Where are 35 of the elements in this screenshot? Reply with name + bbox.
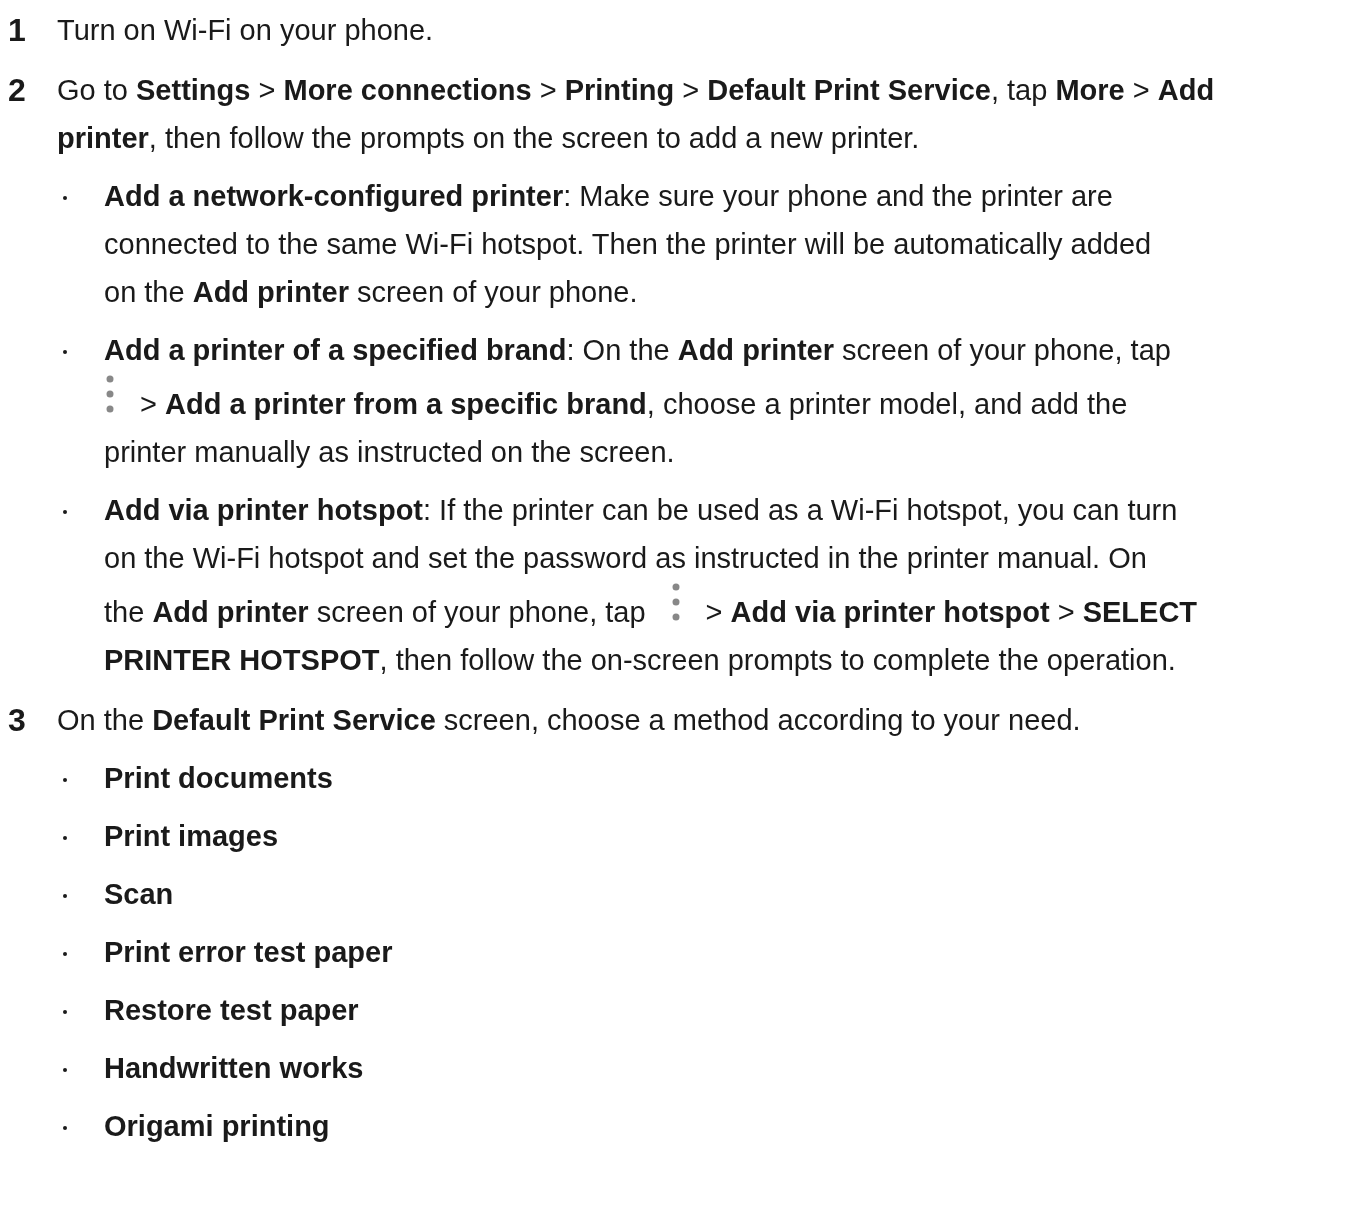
- bullet-icon: [63, 836, 67, 840]
- instruction-text: Print error test paper: [104, 936, 393, 968]
- instruction-text: Restore test paper: [104, 994, 359, 1026]
- instruction-text: > Add a printer from a specific brand, choose a printer model, and add the: [140, 388, 1128, 420]
- instruction-text: Scan: [104, 878, 174, 910]
- bullet-icon: [63, 196, 67, 200]
- instruction-text: PRINTER HOTSPOT, then follow the on-screen prompts to complete the operation.: [104, 644, 1176, 676]
- instruction-text: Print documents: [104, 762, 333, 794]
- instruction-text: Add a printer of a specified brand: On the Add printer screen of your phone, tap: [104, 334, 1171, 366]
- bullet-icon: [63, 952, 67, 956]
- instruction-text: On the Default Print Service screen, choose a method according to your need.: [57, 704, 1081, 736]
- instruction-text: Turn on Wi-Fi on your phone.: [57, 14, 434, 46]
- step-number: 2: [8, 71, 27, 110]
- instruction-text: Origami printing: [104, 1110, 330, 1142]
- instruction-text: Add a network-configured printer: Make sure your phone and the printer are: [104, 180, 1113, 212]
- bullet-icon: [63, 1068, 67, 1072]
- instruction-text: > Add via printer hotspot > SELECT: [705, 596, 1198, 628]
- bullet-icon: [63, 894, 67, 898]
- bullet-icon: [63, 510, 67, 514]
- bullet-icon: [63, 350, 67, 354]
- instruction-text: Handwritten works: [104, 1052, 364, 1084]
- step-number: 3: [8, 701, 27, 740]
- instruction-text: Go to Settings > More connections > Printing > Default Print Service, tap More > Add: [57, 74, 1215, 106]
- instruction-text: the Add printer screen of your phone, tap: [104, 596, 646, 628]
- instruction-text: connected to the same Wi-Fi hotspot. Then the printer will be automatically added: [104, 228, 1152, 260]
- instruction-text: printer, then follow the prompts on the screen to add a new printer.: [57, 122, 920, 154]
- instruction-text: Print images: [104, 820, 279, 852]
- instruction-text: on the Add printer screen of your phone.: [104, 276, 638, 308]
- step-number: 1: [8, 11, 27, 50]
- instruction-text: Add via printer hotspot: If the printer can be used as a Wi-Fi hotspot, you can turn: [104, 494, 1178, 526]
- bullet-icon: [63, 1126, 67, 1130]
- bullet-icon: [63, 778, 67, 782]
- instruction-text: on the Wi-Fi hotspot and set the password as instructed in the printer manual. On: [104, 542, 1147, 574]
- bullet-icon: [63, 1010, 67, 1014]
- instruction-text: printer manually as instructed on the screen.: [104, 436, 675, 468]
